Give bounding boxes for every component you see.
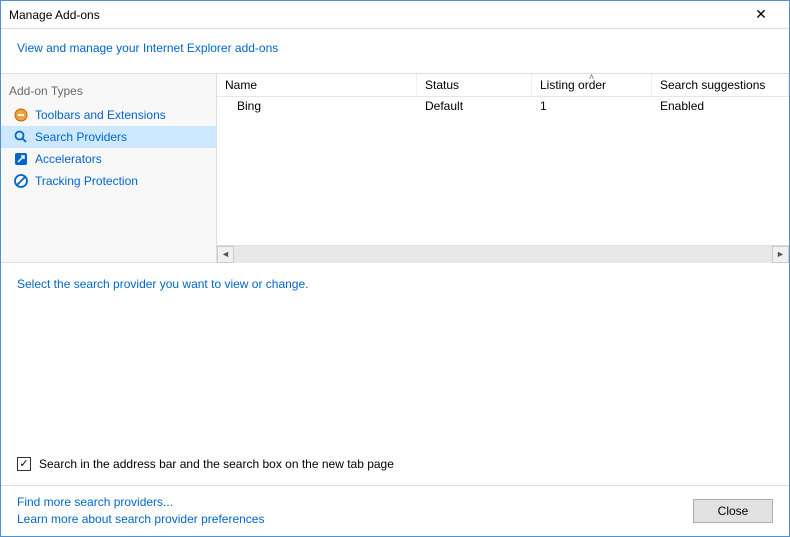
subheader-link[interactable]: View and manage your Internet Explorer a… [1, 29, 789, 73]
footer-links: Find more search providers... Learn more… [17, 494, 693, 528]
close-button[interactable]: Close [693, 499, 773, 523]
cell-sugg: Enabled [652, 97, 789, 115]
find-more-providers-link[interactable]: Find more search providers... [17, 494, 693, 511]
sidebar-item-label: Accelerators [35, 152, 102, 166]
window-title: Manage Add-ons [9, 8, 741, 22]
col-header-suggestions[interactable]: Search suggestions [652, 74, 789, 96]
sidebar-item-toolbars[interactable]: Toolbars and Extensions [1, 104, 216, 126]
checkbox-label: Search in the address bar and the search… [39, 457, 394, 471]
sidebar-item-label: Search Providers [35, 130, 127, 144]
sidebar-item-label: Toolbars and Extensions [35, 108, 166, 122]
close-icon[interactable]: ✕ [741, 6, 781, 23]
sidebar-item-label: Tracking Protection [35, 174, 138, 188]
sidebar-item-accelerators[interactable]: Accelerators [1, 148, 216, 170]
scroll-track[interactable] [234, 246, 772, 263]
horizontal-scrollbar[interactable]: ◄ ► [217, 245, 789, 262]
table-row[interactable]: Bing Default 1 Enabled [217, 97, 789, 115]
sort-caret-icon: ˄ [589, 72, 594, 82]
list-area: Name Status ˄ Listing order Search sugge… [217, 74, 789, 262]
list-empty-space [217, 115, 789, 245]
col-header-status[interactable]: Status [417, 74, 532, 96]
toolbars-icon [13, 107, 29, 123]
sidebar-item-tracking-protection[interactable]: Tracking Protection [1, 170, 216, 192]
learn-more-link[interactable]: Learn more about search provider prefere… [17, 511, 693, 528]
cell-status: Default [417, 97, 532, 115]
sidebar-item-search-providers[interactable]: Search Providers [1, 126, 216, 148]
list-header: Name Status ˄ Listing order Search sugge… [217, 74, 789, 97]
cell-name: Bing [217, 97, 417, 115]
instruction-text: Select the search provider you want to v… [17, 277, 773, 291]
address-bar-search-checkbox[interactable]: ✓ Search in the address bar and the sear… [17, 447, 773, 471]
checkbox-icon: ✓ [17, 457, 31, 471]
tracking-protection-icon [13, 173, 29, 189]
accelerators-icon [13, 151, 29, 167]
search-providers-icon [13, 129, 29, 145]
col-header-order-label: Listing order [540, 78, 606, 92]
sidebar-title: Add-on Types [1, 80, 216, 104]
footer: Find more search providers... Learn more… [1, 485, 789, 536]
titlebar: Manage Add-ons ✕ [1, 1, 789, 29]
scroll-right-icon[interactable]: ► [772, 246, 789, 263]
col-header-name[interactable]: Name [217, 74, 417, 96]
col-header-listing-order[interactable]: ˄ Listing order [532, 74, 652, 96]
scroll-left-icon[interactable]: ◄ [217, 246, 234, 263]
body-area: Add-on Types Toolbars and Extensions Sea… [1, 73, 789, 263]
sidebar: Add-on Types Toolbars and Extensions Sea… [1, 74, 217, 262]
cell-order: 1 [532, 97, 652, 115]
details-pane: Select the search provider you want to v… [1, 263, 789, 485]
manage-addons-window: Manage Add-ons ✕ View and manage your In… [0, 0, 790, 537]
